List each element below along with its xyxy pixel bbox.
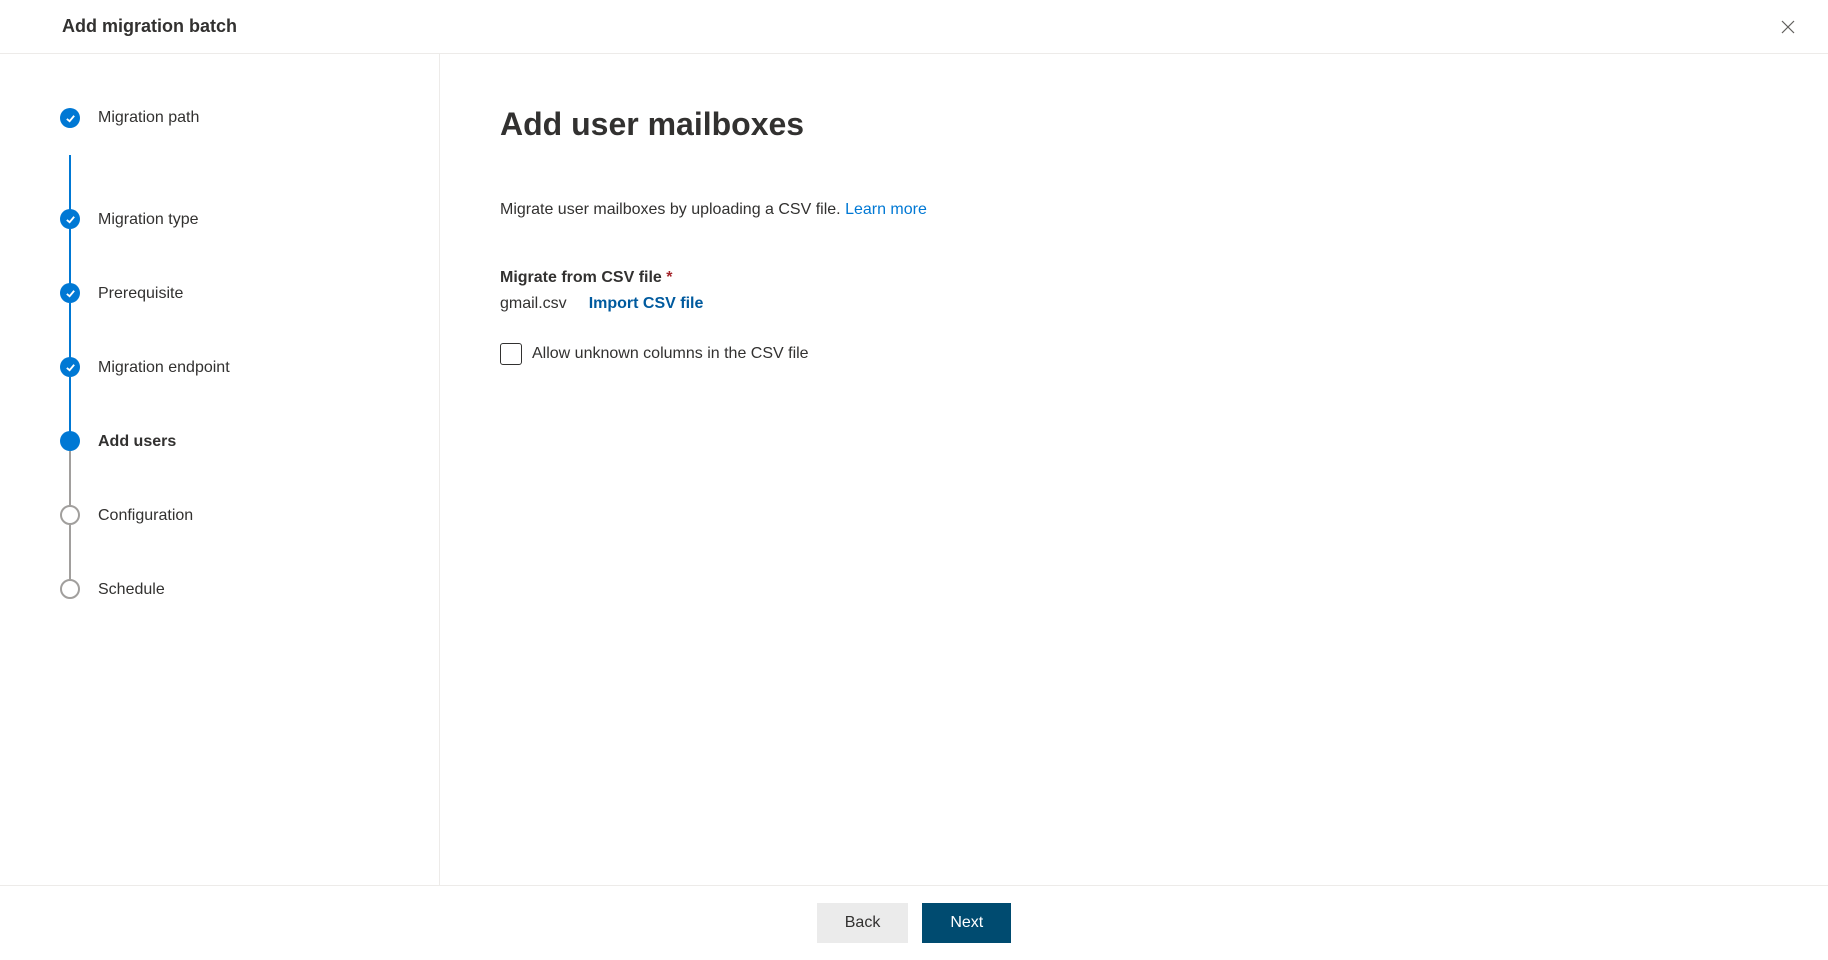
file-name: gmail.csv [500, 295, 567, 313]
step-connector [69, 525, 71, 581]
step-label: Prerequisite [98, 285, 183, 303]
required-indicator: * [666, 269, 672, 286]
content-wrapper: Migration path Migration type Prerequisi… [0, 54, 1828, 886]
step-connector [69, 155, 71, 211]
step-label: Migration type [98, 211, 199, 229]
allow-unknown-columns-checkbox[interactable] [500, 343, 522, 365]
pending-step-icon [60, 505, 80, 525]
allow-unknown-columns-row: Allow unknown columns in the CSV file [500, 343, 1768, 365]
step-migration-type[interactable]: Migration type [60, 155, 439, 229]
step-label: Schedule [98, 581, 165, 599]
wizard-steps-sidebar: Migration path Migration type Prerequisi… [0, 54, 440, 885]
step-prerequisite[interactable]: Prerequisite [60, 229, 439, 303]
step-label: Configuration [98, 507, 193, 525]
wizard-footer: Back Next [0, 886, 1828, 960]
check-icon [60, 108, 80, 128]
wizard-title: Add migration batch [62, 16, 237, 37]
step-schedule[interactable]: Schedule [60, 525, 439, 599]
next-button[interactable]: Next [922, 903, 1011, 943]
current-step-icon [60, 431, 80, 451]
csv-field-label-text: Migrate from CSV file [500, 269, 662, 286]
step-connector [69, 303, 71, 359]
import-csv-button[interactable]: Import CSV file [589, 295, 704, 313]
allow-unknown-columns-label[interactable]: Allow unknown columns in the CSV file [532, 345, 809, 363]
step-label: Add users [98, 433, 176, 451]
step-migration-path[interactable]: Migration path [60, 108, 439, 128]
step-connector [69, 451, 71, 507]
main-content: Add user mailboxes Migrate user mailboxe… [440, 54, 1828, 885]
step-configuration[interactable]: Configuration [60, 451, 439, 525]
page-heading: Add user mailboxes [500, 106, 1768, 143]
close-button[interactable] [1778, 17, 1798, 37]
close-icon [1781, 20, 1795, 34]
check-icon [60, 283, 80, 303]
description-body: Migrate user mailboxes by uploading a CS… [500, 201, 845, 218]
check-icon [60, 357, 80, 377]
csv-field-label: Migrate from CSV file * [500, 269, 1768, 287]
step-label: Migration path [98, 109, 199, 127]
pending-step-icon [60, 579, 80, 599]
step-add-users[interactable]: Add users [60, 377, 439, 451]
step-list: Migration path Migration type Prerequisi… [60, 108, 439, 599]
description-text: Migrate user mailboxes by uploading a CS… [500, 201, 1768, 219]
back-button[interactable]: Back [817, 903, 909, 943]
file-row: gmail.csv Import CSV file [500, 295, 1768, 313]
check-icon [60, 209, 80, 229]
step-migration-endpoint[interactable]: Migration endpoint [60, 303, 439, 377]
wizard-header: Add migration batch [0, 0, 1828, 54]
step-connector [69, 377, 71, 433]
learn-more-link[interactable]: Learn more [845, 201, 927, 218]
step-label: Migration endpoint [98, 359, 230, 377]
step-connector [69, 229, 71, 285]
